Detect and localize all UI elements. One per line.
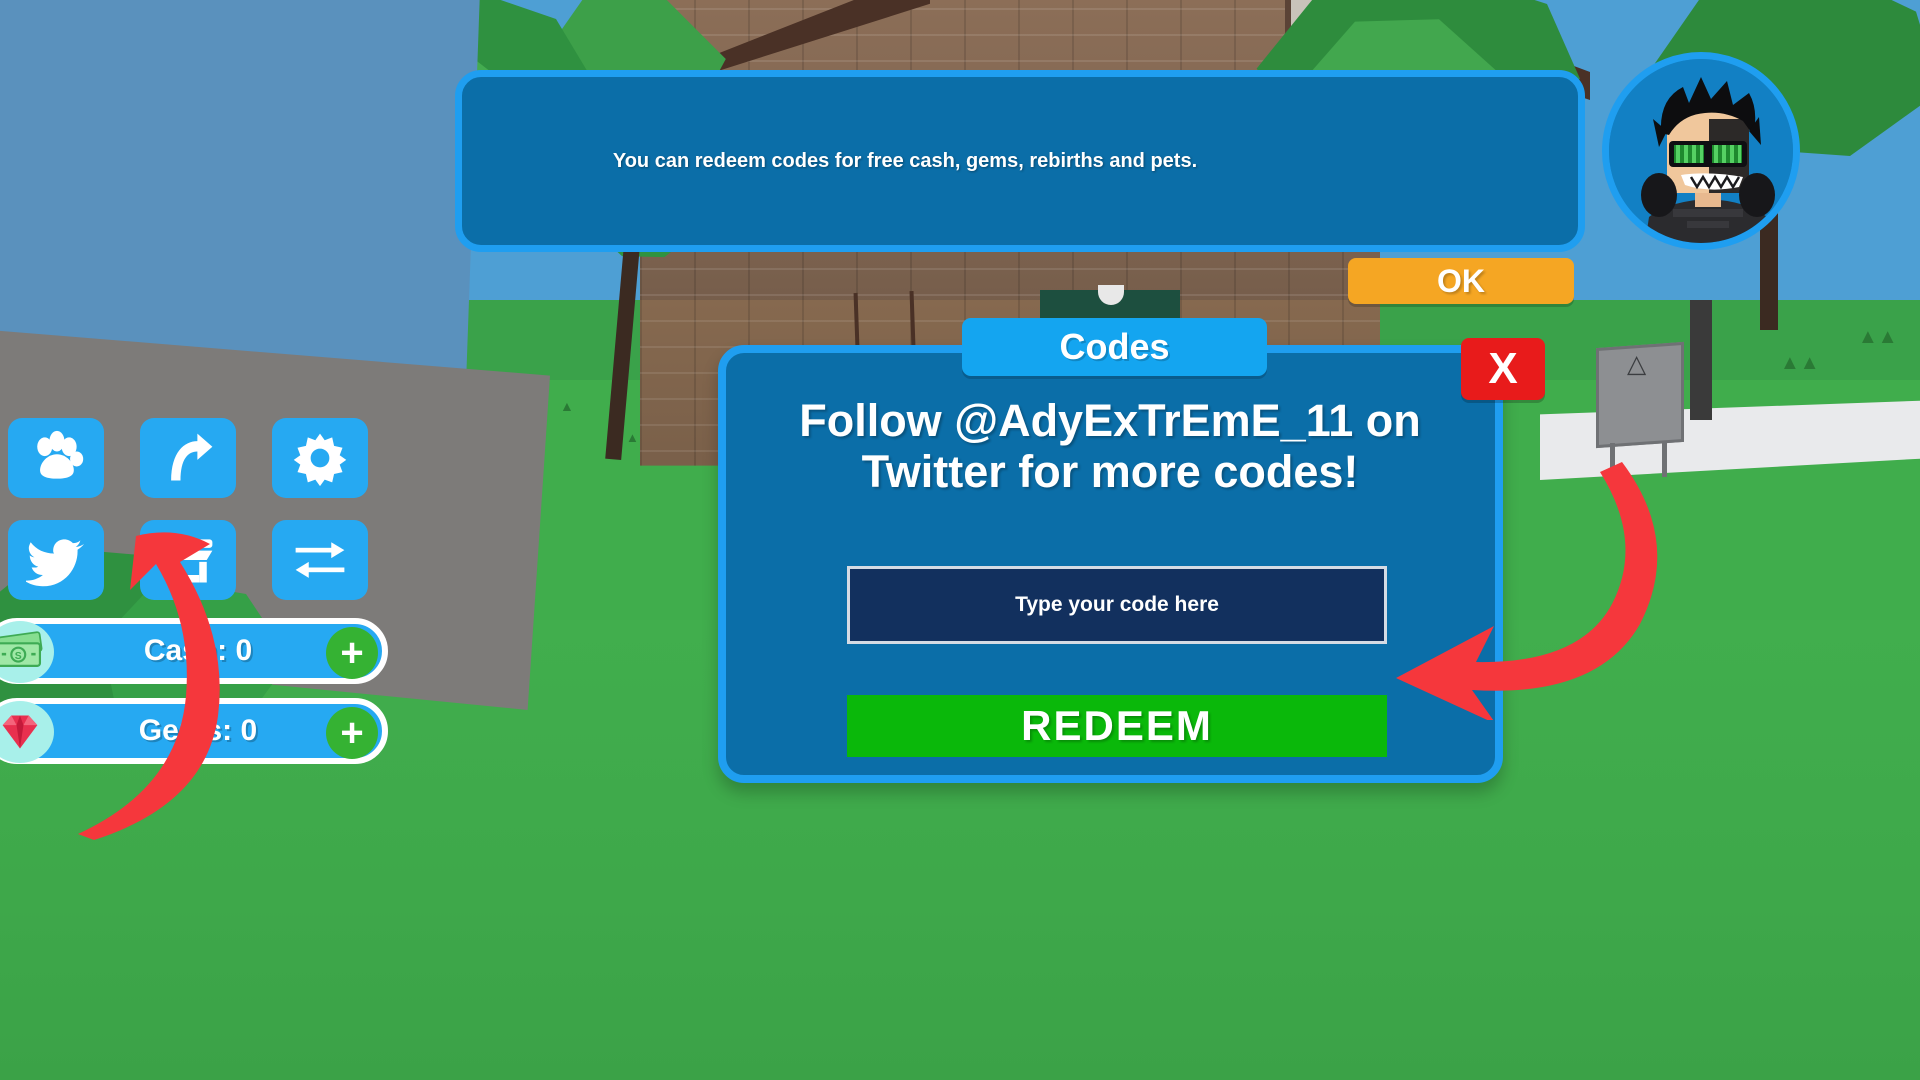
grass-tuft: ▲▲ bbox=[1858, 326, 1898, 348]
redeem-button[interactable]: REDEEM bbox=[847, 695, 1387, 757]
trade-arrows-icon bbox=[295, 542, 345, 578]
pets-button[interactable] bbox=[8, 418, 104, 498]
gems-bar[interactable]: Gems: 0 + bbox=[0, 698, 388, 764]
avatar-portrait-icon bbox=[1609, 59, 1793, 243]
gems-add-button[interactable]: + bbox=[326, 707, 378, 759]
settings-button[interactable] bbox=[272, 418, 368, 498]
grass-tuft: ▲ bbox=[626, 430, 639, 445]
dark-pole bbox=[1690, 300, 1712, 420]
cash-icon-holder: S bbox=[0, 621, 54, 683]
cash-label: Cash: 0 bbox=[143, 634, 253, 667]
notification-text: You can redeem codes for free cash, gems… bbox=[612, 149, 1198, 172]
twitter-bird-icon bbox=[26, 539, 85, 587]
trade-button[interactable] bbox=[272, 520, 368, 600]
currency-bars: S Cash: 0 + Gems: 0 + bbox=[0, 618, 388, 764]
cash-add-button[interactable]: + bbox=[326, 627, 378, 679]
grass-tuft: ▲▲ bbox=[1780, 352, 1820, 374]
ok-button[interactable]: OK bbox=[1348, 258, 1574, 304]
gem-icon-holder bbox=[0, 701, 54, 763]
codes-headline: Follow @AdyExTrEmE_11 on Twitter for mor… bbox=[799, 395, 1421, 498]
shop-codes-button[interactable] bbox=[140, 520, 236, 600]
rebirth-arrow-icon bbox=[171, 433, 213, 481]
twitter-button[interactable] bbox=[8, 520, 104, 600]
codes-dialog-title: Codes bbox=[962, 318, 1267, 376]
cash-bar[interactable]: S Cash: 0 + bbox=[0, 618, 388, 684]
close-button[interactable]: X bbox=[1461, 338, 1545, 400]
gems-label: Gems: 0 bbox=[138, 714, 258, 747]
hud-icon-bar bbox=[8, 418, 380, 600]
paw-icon bbox=[37, 430, 84, 479]
rebirth-button[interactable] bbox=[140, 418, 236, 498]
notification-panel: You can redeem codes for free cash, gems… bbox=[455, 70, 1585, 252]
svg-text:S: S bbox=[15, 651, 22, 662]
gem-diamond-icon bbox=[2, 715, 38, 749]
code-input[interactable]: Type your code here bbox=[847, 566, 1387, 644]
warning-signpost bbox=[1596, 341, 1684, 477]
avatar bbox=[1602, 52, 1800, 250]
shop-icon bbox=[163, 539, 213, 583]
cash-bill-icon: S bbox=[0, 631, 43, 667]
gear-icon bbox=[293, 433, 347, 487]
grass-tuft: ▲ bbox=[560, 398, 574, 414]
